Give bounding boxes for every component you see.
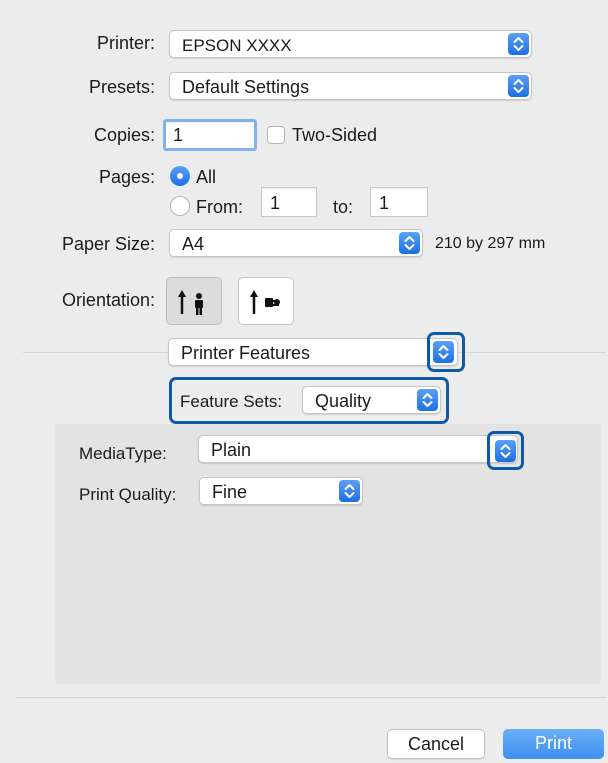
copies-field[interactable]: 1: [163, 119, 257, 151]
pages-to-field[interactable]: 1: [370, 187, 428, 217]
paper-dimensions: 210 by 297 mm: [435, 235, 546, 252]
printer-value: EPSON XXXX: [182, 36, 292, 55]
paper-size-stepper-icon: [399, 232, 420, 254]
pages-from-value: 1: [270, 193, 281, 213]
paper-size-value: A4: [182, 234, 205, 254]
print-button[interactable]: Print: [503, 729, 604, 759]
media-type-label: MediaType:: [79, 444, 167, 463]
media-type-stepper-highlight: [487, 431, 524, 470]
pages-from-label: From:: [196, 197, 243, 217]
orientation-label: Orientation:: [61, 290, 155, 310]
presets-popup[interactable]: Default Settings: [169, 72, 532, 100]
orientation-landscape-button[interactable]: [238, 277, 294, 325]
print-dialog: Printer: EPSON XXXX Presets: Default Set…: [15, 0, 606, 763]
presets-value: Default Settings: [182, 77, 310, 97]
two-sided-label: Two-Sided: [292, 125, 378, 145]
presets-label: Presets:: [88, 77, 155, 97]
two-sided-checkbox[interactable]: [267, 126, 285, 144]
presets-stepper-icon: [508, 75, 529, 97]
orientation-portrait-button[interactable]: [166, 277, 222, 325]
feature-panel: MediaType: Plain Print Quality: Fine: [55, 424, 601, 684]
pages-to-value: 1: [379, 193, 390, 213]
media-type-value: Plain: [211, 440, 252, 460]
printer-stepper-icon: [508, 33, 529, 55]
section-popup[interactable]: Printer Features: [168, 338, 458, 366]
pages-from-field[interactable]: 1: [261, 187, 317, 217]
print-quality-stepper-icon: [339, 480, 360, 502]
pages-all-radio[interactable]: [170, 166, 190, 186]
printer-popup[interactable]: EPSON XXXX: [169, 30, 532, 58]
section-popup-value: Printer Features: [181, 343, 311, 363]
section-stepper-highlight: [427, 332, 465, 372]
landscape-orientation-icon: [250, 290, 280, 314]
print-quality-value: Fine: [212, 482, 248, 502]
copies-label: Copies:: [93, 125, 155, 145]
footer-divider: [15, 697, 606, 698]
feature-sets-highlight: [169, 377, 449, 424]
pages-from-radio[interactable]: [170, 196, 190, 216]
paper-size-label: Paper Size:: [61, 234, 155, 254]
pages-all-label: All: [196, 167, 217, 187]
copies-value: 1: [173, 125, 184, 145]
media-type-popup[interactable]: Plain: [198, 435, 518, 463]
print-quality-label: Print Quality:: [79, 485, 177, 504]
portrait-orientation-icon: [178, 290, 203, 315]
paper-size-popup[interactable]: A4: [169, 229, 423, 257]
pages-label: Pages:: [98, 167, 155, 187]
printer-label: Printer:: [96, 33, 155, 53]
cancel-button[interactable]: Cancel: [387, 729, 485, 759]
print-quality-popup[interactable]: Fine: [199, 477, 363, 505]
pages-to-label: to:: [333, 197, 354, 217]
